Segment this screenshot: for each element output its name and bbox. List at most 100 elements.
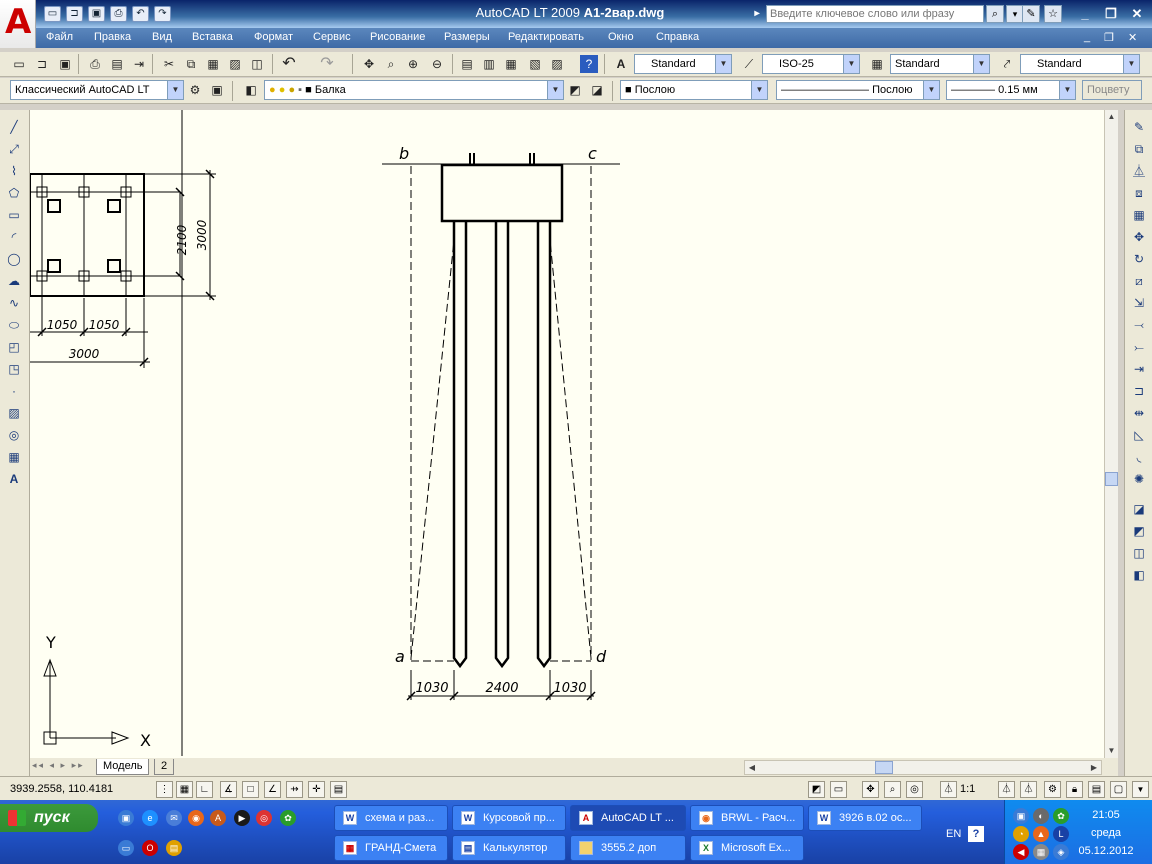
mleader-style-icon[interactable]: ⤤ [998,55,1016,73]
pan-status-icon[interactable]: ✥ [862,781,879,798]
publish-icon[interactable]: ⇥ [130,55,148,73]
task-word-3[interactable]: W 3926 в.02 ос... [808,805,922,831]
task-autocad[interactable]: A AutoCAD LT ... [570,805,686,831]
zoom-status-icon[interactable]: ⌕ [884,781,901,798]
ortho-mode-icon[interactable]: ∟ [196,781,213,798]
draworder-under-icon[interactable]: ◧ [1130,566,1148,584]
dynamic-ucs-icon[interactable]: ⇸ [286,781,303,798]
steering-wheel-icon[interactable]: ◎ [906,781,923,798]
acad-quick-icon[interactable]: A [210,810,226,826]
lineweight-select[interactable]: ———— 0.15 мм ▼ [946,80,1076,100]
favorites-star-icon[interactable]: ☆ [1044,5,1062,23]
paste-icon[interactable]: ▦ [204,55,222,73]
save-disk-icon[interactable]: ▣ [56,55,74,73]
menu-format[interactable]: Формат [254,31,293,43]
extend-icon[interactable]: ⤚ [1130,338,1148,356]
dim-style-select[interactable]: ISO-25 ▼ [762,54,860,74]
annotation-scale-icon[interactable]: ⏃ [940,781,957,798]
drawing-area[interactable]: 2100 3000 1050 1050 3000 b c a d 1030 24… [30,110,1118,758]
tab-model[interactable]: Модель [96,759,150,775]
vertical-scrollbar[interactable]: ▲ ▼ [1104,110,1118,758]
firefox-icon[interactable]: ◉ [188,810,204,826]
model-space-icon[interactable]: ◩ [808,781,825,798]
tool-palettes-icon[interactable]: ▦ [502,55,520,73]
zoom-window-icon[interactable]: ⊕ [404,55,422,73]
workspace-settings-icon[interactable]: ⚙ [186,81,204,99]
vertical-scroll-thumb[interactable] [1105,472,1118,486]
sheet-set-icon[interactable]: ▧ [526,55,544,73]
start-button[interactable]: пуск [0,804,98,832]
undo-arrow-icon[interactable]: ↶ [280,55,298,73]
layer-select[interactable]: ● ● ● ▪ ■ Балка ▼ [264,80,564,100]
new-icon[interactable]: ▭ [44,6,61,22]
polygon-icon[interactable]: ⬠ [5,184,23,202]
polar-tracking-icon[interactable]: ∡ [220,781,237,798]
tray-app-5-icon[interactable]: L [1053,826,1069,842]
construction-line-icon[interactable]: ⤢ [5,140,23,158]
copy-object-icon[interactable]: ⧉ [1130,140,1148,158]
minimize-button[interactable]: _ [1074,5,1096,23]
media-icon[interactable]: ▶ [234,810,250,826]
scroll-up-icon[interactable]: ▲ [1105,110,1118,124]
text-style-select[interactable]: Standard ▼ [634,54,732,74]
fillet-icon[interactable]: ◟ [1130,448,1148,466]
array-icon[interactable]: ▦ [1130,206,1148,224]
doc-close-button[interactable]: ✕ [1128,31,1137,44]
status-tray-settings-icon[interactable]: ▤ [1088,781,1105,798]
dim-style-icon[interactable]: ⟋ [740,55,758,73]
scroll-down-icon[interactable]: ▼ [1105,744,1118,758]
revision-cloud-icon[interactable]: ☁ [5,272,23,290]
object-snap-tracking-icon[interactable]: ∠ [264,781,281,798]
autocad-logo[interactable]: A [0,0,36,48]
help-tray-icon[interactable]: ? [968,826,984,842]
make-current-layer-icon[interactable]: ◩ [566,81,584,99]
object-snap-icon[interactable]: □ [242,781,259,798]
scale-icon[interactable]: ⧄ [1130,272,1148,290]
toolbar-lock-icon[interactable]: 🔒︎ [1066,781,1083,798]
pan-icon[interactable]: ✥ [360,55,378,73]
draworder-back-icon[interactable]: ◩ [1130,522,1148,540]
menu-dimension[interactable]: Размеры [444,31,490,43]
plot-style-select[interactable]: Поцвету [1082,80,1142,100]
communication-icon[interactable]: ✎ [1022,5,1040,23]
task-word-2[interactable]: W Курсовой пр... [452,805,566,831]
mail-icon[interactable]: ✉ [166,810,182,826]
polyline-icon[interactable]: ⌇ [5,162,23,180]
task-calculator[interactable]: ▤ Калькулятор [452,835,566,861]
folder-quick-icon[interactable]: ▤ [166,840,182,856]
hatch-icon[interactable]: ▨ [5,404,23,422]
menu-insert[interactable]: Вставка [192,31,233,43]
task-folder[interactable]: 3555.2 доп [570,835,686,861]
grid-display-icon[interactable]: ▦ [176,781,193,798]
make-block-icon[interactable]: ◳ [5,360,23,378]
mirror-icon[interactable]: ⏅ [1130,162,1148,180]
menu-help[interactable]: Справка [656,31,699,43]
torrent-icon[interactable]: ✿ [280,810,296,826]
linetype-select[interactable]: ———————— Послою ▼ [776,80,940,100]
text-style-icon[interactable]: A [612,55,630,73]
search-icon[interactable]: ⌕ [986,5,1004,23]
join-icon[interactable]: ⇹ [1130,404,1148,422]
zoom-previous-icon[interactable]: ⊖ [428,55,446,73]
table-style-icon[interactable]: ▦ [868,55,886,73]
menu-draw[interactable]: Рисование [370,31,425,43]
color-select[interactable]: ■ Послою ▼ [620,80,768,100]
tab-navigation-arrows[interactable]: ◂◂ ◂ ▸ ▸▸ [32,760,88,774]
cut-icon[interactable]: ✂ [160,55,178,73]
explode-icon[interactable]: ✺ [1130,470,1148,488]
menu-modify[interactable]: Редактировать [508,31,584,43]
clock[interactable]: 21:05 среда 05.12.2012 [1070,806,1142,860]
scroll-right-icon[interactable]: ▶ [1087,761,1101,774]
stretch-icon[interactable]: ⇲ [1130,294,1148,312]
doc-minimize-button[interactable]: _ [1084,31,1090,43]
table-icon[interactable]: ▦ [5,448,23,466]
ellipse-icon[interactable]: ⬭ [5,316,23,334]
move-icon[interactable]: ✥ [1130,228,1148,246]
redo-icon[interactable]: ↷ [154,6,171,22]
redo-arrow-icon[interactable]: ↷ [318,55,336,73]
layout-icon[interactable]: ▭ [830,781,847,798]
tray-app-icon[interactable]: ◐ [1033,808,1049,824]
draworder-above-icon[interactable]: ◫ [1130,544,1148,562]
zoom-realtime-icon[interactable]: ⌕ [382,55,400,73]
layer-previous-icon[interactable]: ◪ [588,81,606,99]
